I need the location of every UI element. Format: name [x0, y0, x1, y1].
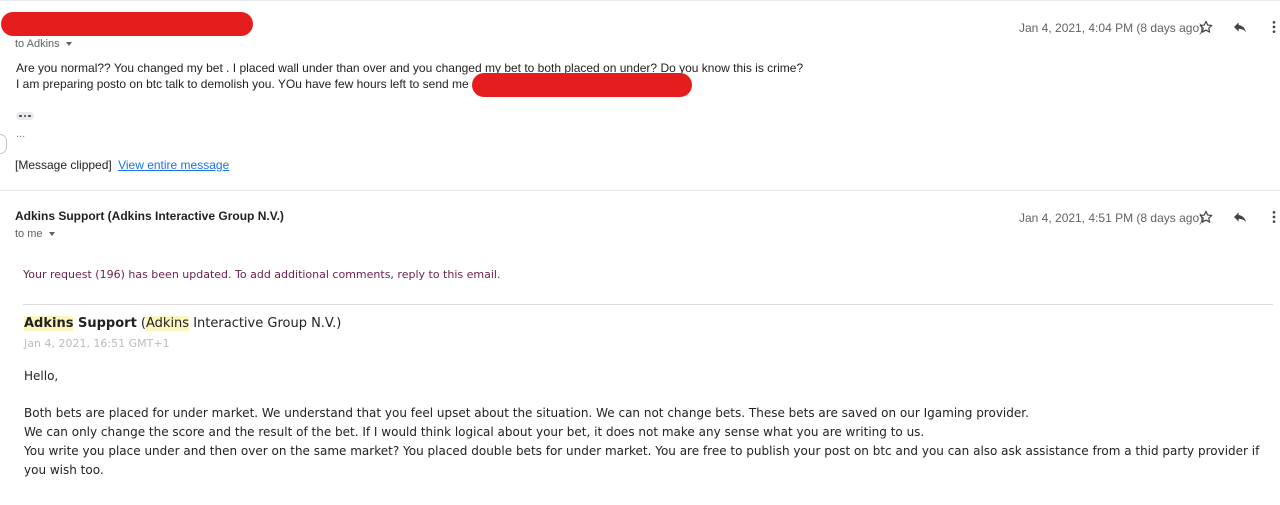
update-notice: Your request (196) has been updated. To … — [23, 268, 501, 281]
star-icon — [1199, 20, 1213, 33]
more-vert-icon — [1272, 211, 1276, 223]
star-button[interactable] — [1196, 17, 1216, 37]
more-options-button[interactable] — [1264, 207, 1280, 227]
trimmed-ellipsis: ... — [16, 128, 26, 140]
sender-name-highlight: Adkins — [24, 316, 74, 331]
star-button[interactable] — [1196, 207, 1216, 227]
redacted-sender — [1, 12, 253, 36]
quoted-sender: Adkins Support (Adkins Interactive Group… — [24, 316, 341, 331]
reply-button[interactable] — [1230, 17, 1250, 37]
reply-icon — [1234, 212, 1246, 223]
recipient-label: to me — [15, 228, 43, 240]
recipient-label: to Adkins — [15, 38, 60, 50]
redacted-address — [472, 73, 692, 97]
sender-name-rest: Support — [73, 316, 137, 331]
more-vert-icon — [1272, 21, 1276, 33]
reply-paragraph-line-2: We can only change the score and the res… — [24, 425, 925, 439]
sender-name: Adkins Support (Adkins Interactive Group… — [15, 209, 284, 223]
reply-paragraph-line-3: You write you place under and then over … — [24, 444, 1260, 477]
recipient-details-toggle[interactable]: to Adkins — [15, 38, 72, 50]
chevron-down-icon — [48, 232, 55, 236]
sender-org-open: ( — [136, 316, 146, 331]
top-divider — [0, 0, 1280, 1]
quoted-divider — [23, 304, 1273, 305]
reply-button[interactable] — [1230, 207, 1250, 227]
message-date: Jan 4, 2021, 4:04 PM (8 days ago) — [1019, 21, 1204, 35]
message-divider — [0, 190, 1280, 191]
clipped-label: [Message clipped] — [15, 158, 112, 172]
reply-icon — [1234, 22, 1246, 33]
reply-paragraph-line-1: Both bets are placed for under market. W… — [24, 406, 1029, 420]
message-clipped-notice: [Message clipped] View entire message — [15, 158, 229, 172]
message-date: Jan 4, 2021, 4:51 PM (8 days ago) — [1019, 211, 1204, 225]
star-icon — [1199, 210, 1213, 223]
message-body-line-2: I am preparing posto on btc talk to demo… — [16, 77, 509, 91]
chevron-down-icon — [65, 42, 72, 46]
more-options-button[interactable] — [1264, 17, 1280, 37]
view-entire-message-link[interactable]: View entire message — [118, 158, 229, 172]
sender-org-highlight: Adkins — [146, 316, 190, 331]
reply-greeting: Hello, — [24, 369, 59, 383]
quoted-date: Jan 4, 2021, 16:51 GMT+1 — [24, 337, 170, 350]
sender-org-rest: Interactive Group N.V.) — [189, 316, 342, 331]
recipient-details-toggle[interactable]: to me — [15, 228, 55, 240]
side-panel-handle[interactable] — [0, 134, 7, 154]
show-trimmed-content-button[interactable] — [16, 112, 34, 120]
